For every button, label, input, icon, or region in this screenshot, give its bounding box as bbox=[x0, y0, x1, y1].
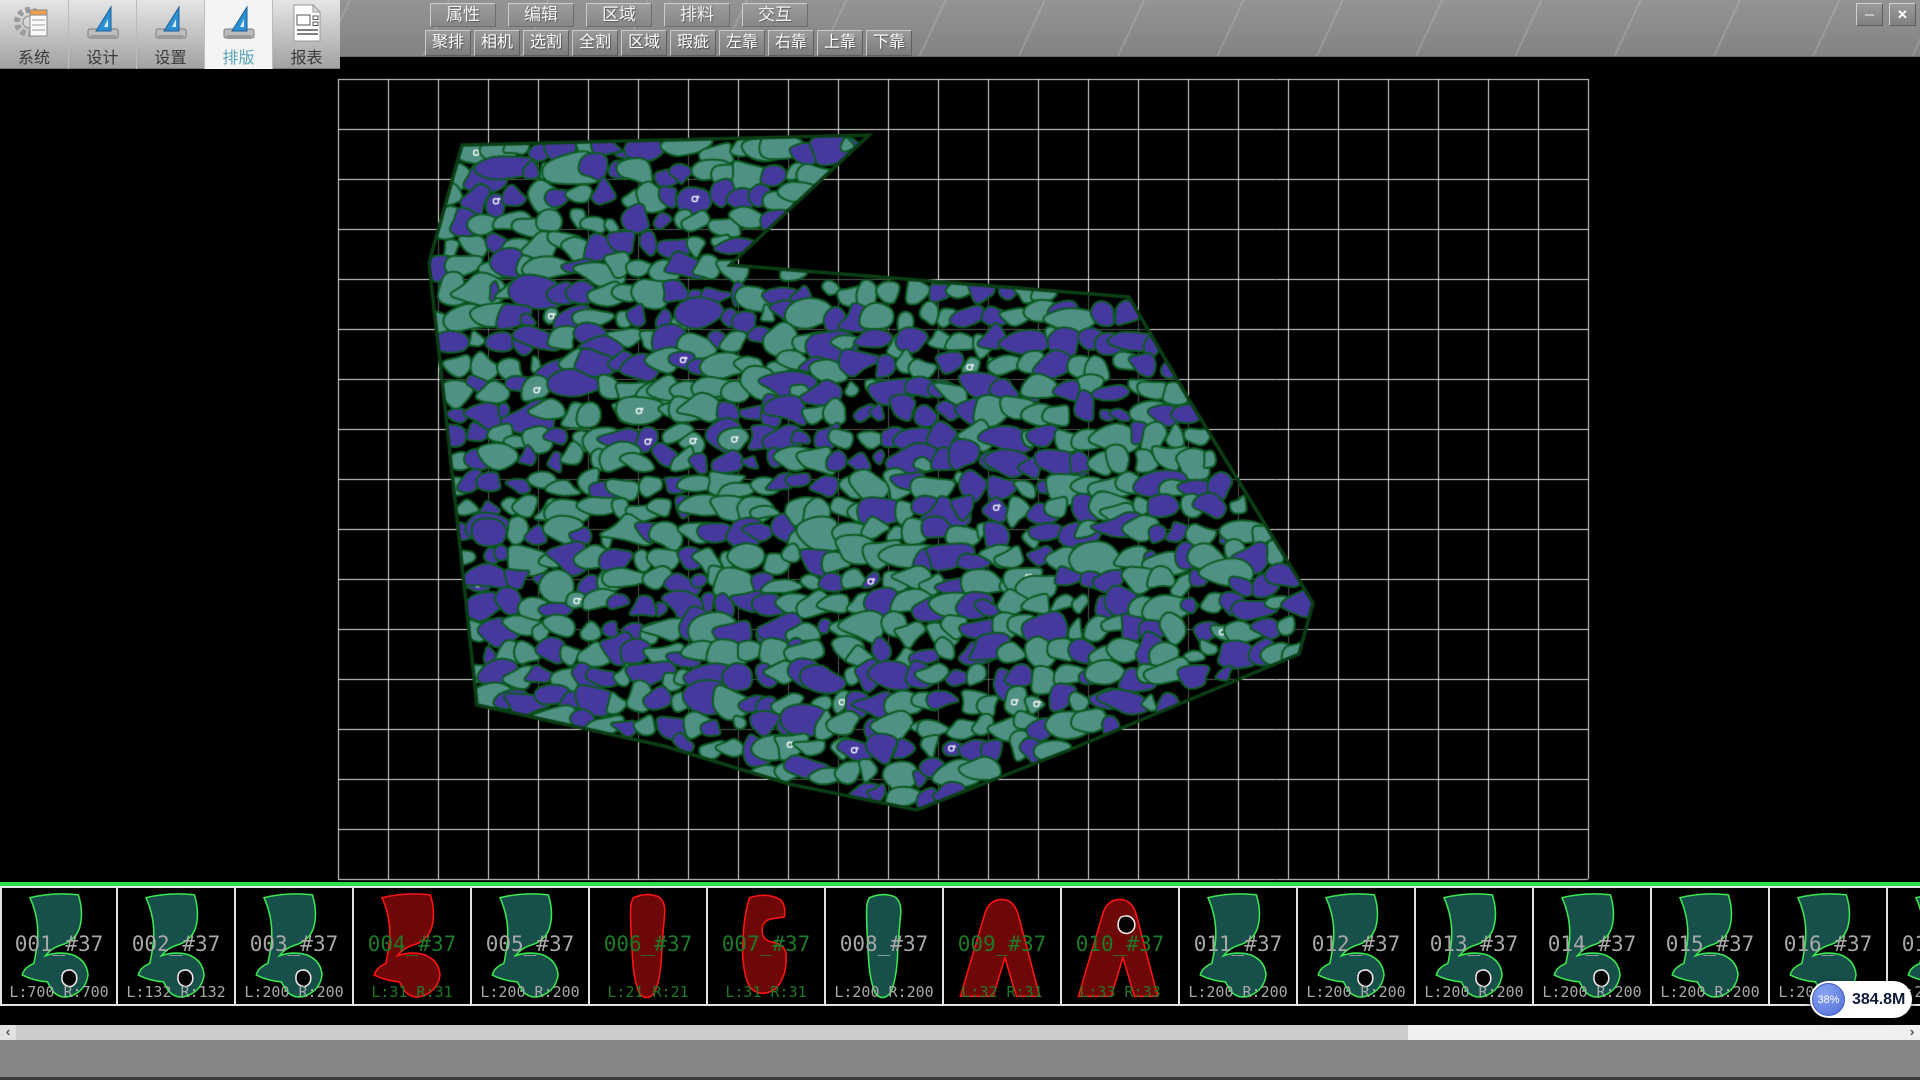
report-document-icon bbox=[287, 2, 327, 44]
piece-thumbnail-counts: L:31 R:31 bbox=[354, 983, 470, 1001]
nav-item-label: 设计 bbox=[69, 44, 136, 68]
piece-thumbnail-name: 008_#37 bbox=[826, 932, 942, 956]
piece-thumbnail[interactable]: 008_#37 L:200 R:200 bbox=[826, 886, 944, 1006]
memory-percent-indicator: 38% bbox=[1812, 983, 1845, 1016]
menu-tab-interaction[interactable]: 交互 bbox=[742, 3, 808, 27]
menu-tab-edit[interactable]: 编辑 bbox=[508, 3, 574, 27]
piece-thumbnail-name: 009_#37 bbox=[944, 932, 1060, 956]
piece-thumbnail-counts: L:200 R:200 bbox=[1652, 983, 1768, 1001]
piece-thumbnail-name: 016_#37 bbox=[1770, 932, 1886, 956]
piece-thumbnail-counts: L:32 R:31 bbox=[944, 983, 1060, 1001]
menu-tab-region[interactable]: 区域 bbox=[586, 3, 652, 27]
close-button[interactable]: ✕ bbox=[1889, 3, 1916, 26]
main-nav-toolbar: 系统 设计 设置 排版 bbox=[0, 0, 340, 69]
piece-thumbnail-name: 010_#37 bbox=[1062, 932, 1178, 956]
piece-thumbnail-name: 001_#37 bbox=[2, 932, 116, 956]
menu-tab-bar: 属性 编辑 区域 排料 交互 bbox=[430, 3, 808, 27]
piece-thumbnail-counts: L:200 R:200 bbox=[1416, 983, 1532, 1001]
tool-defect-button[interactable]: 瑕疵 bbox=[670, 30, 716, 56]
piece-thumbnail-counts: L:200 R:200 bbox=[1534, 983, 1650, 1001]
nav-item-label: 设置 bbox=[137, 44, 204, 68]
tool-align-top-button[interactable]: 上靠 bbox=[817, 30, 863, 56]
piece-thumbnail-name: 012_#37 bbox=[1298, 932, 1414, 956]
piece-thumbnail-counts: L:700 R:700 bbox=[2, 983, 116, 1001]
window-controls: ─ ✕ bbox=[1856, 3, 1916, 26]
piece-thumbnail-name: 011_#37 bbox=[1180, 932, 1296, 956]
piece-thumbnail-counts: L:31 R:31 bbox=[708, 983, 824, 1001]
piece-thumbnail-name: 003_#37 bbox=[236, 932, 352, 956]
tool-align-bottom-button[interactable]: 下靠 bbox=[866, 30, 912, 56]
memory-value: 384.8M bbox=[1852, 981, 1905, 1018]
nav-item-label: 排版 bbox=[205, 44, 272, 68]
scrollbar-thumb[interactable] bbox=[16, 1025, 1408, 1040]
piece-thumbnail-counts: L:200 R:200 bbox=[1180, 983, 1296, 1001]
piece-thumbnail[interactable]: 012_#37 L:200 R:200 bbox=[1298, 886, 1416, 1006]
piece-thumbnail-name: 002_#37 bbox=[118, 932, 234, 956]
piece-thumbnail-name: 017_#37 bbox=[1888, 932, 1920, 956]
piece-thumbnail-counts: L:200 R:200 bbox=[472, 983, 588, 1001]
piece-thumbnail-strip: 001_#37L:700 R:700002_#37L:132 R:132003_… bbox=[0, 882, 1920, 1006]
tool-align-left-button[interactable]: 左靠 bbox=[719, 30, 765, 56]
piece-thumbnail-name: 004_#37 bbox=[354, 932, 470, 956]
piece-thumbnail[interactable]: 013_#37 L:200 R:200 bbox=[1416, 886, 1534, 1006]
piece-thumbnail[interactable]: 005_#37 L:200 R:200 bbox=[472, 886, 590, 1006]
scroll-right-arrow-icon[interactable]: › bbox=[1904, 1025, 1920, 1040]
nav-item-nesting[interactable]: 排版 bbox=[204, 0, 272, 69]
system-gear-icon bbox=[14, 2, 54, 44]
minimize-button[interactable]: ─ bbox=[1856, 3, 1883, 26]
settings-ruler-icon bbox=[151, 2, 191, 44]
piece-thumbnail-counts: L:132 R:132 bbox=[118, 983, 234, 1001]
nesting-canvas[interactable] bbox=[0, 57, 1920, 882]
piece-thumbnail[interactable]: 009_#37 L:32 R:31 bbox=[944, 886, 1062, 1006]
nav-item-design[interactable]: 设计 bbox=[68, 0, 136, 69]
piece-thumbnail-name: 014_#37 bbox=[1534, 932, 1650, 956]
tool-camera-button[interactable]: 相机 bbox=[474, 30, 520, 56]
nav-item-system[interactable]: 系统 bbox=[0, 0, 68, 69]
nesting-ruler-icon bbox=[219, 2, 259, 44]
menu-tab-properties[interactable]: 属性 bbox=[430, 3, 496, 27]
piece-thumbnail[interactable]: 006_#37 L:21 R:21 bbox=[590, 886, 708, 1006]
tool-region-button[interactable]: 区域 bbox=[621, 30, 667, 56]
nav-item-settings[interactable]: 设置 bbox=[136, 0, 204, 69]
piece-thumbnail-counts: L:200 R:200 bbox=[826, 983, 942, 1001]
piece-thumbnail-name: 015_#37 bbox=[1652, 932, 1768, 956]
scroll-left-arrow-icon[interactable]: ‹ bbox=[0, 1025, 16, 1040]
piece-thumbnail-name: 006_#37 bbox=[590, 932, 706, 956]
nav-item-label: 报表 bbox=[273, 44, 340, 68]
status-bar bbox=[0, 1040, 1920, 1080]
nav-item-label: 系统 bbox=[0, 44, 68, 68]
tool-button-bar: 聚排 相机 选割 全割 区域 瑕疵 左靠 右靠 上靠 下靠 bbox=[425, 30, 912, 56]
piece-thumbnail[interactable]: 015_#37 L:200 R:200 bbox=[1652, 886, 1770, 1006]
piece-thumbnail-list: 001_#37L:700 R:700002_#37L:132 R:132003_… bbox=[0, 886, 1920, 1006]
memory-badge: 38% 384.8M bbox=[1810, 981, 1912, 1018]
piece-thumbnail[interactable]: 003_#37 L:200 R:200 bbox=[236, 886, 354, 1006]
nav-item-report[interactable]: 报表 bbox=[272, 0, 340, 69]
tool-cut-all-button[interactable]: 全割 bbox=[572, 30, 618, 56]
piece-thumbnail[interactable]: 014_#37 L:200 R:200 bbox=[1534, 886, 1652, 1006]
piece-thumbnail-counts: L:200 R:200 bbox=[236, 983, 352, 1001]
menu-tab-nesting[interactable]: 排料 bbox=[664, 3, 730, 27]
piece-thumbnail-name: 005_#37 bbox=[472, 932, 588, 956]
piece-thumbnail[interactable]: 002_#37 L:132 R:132 bbox=[118, 886, 236, 1006]
piece-thumbnail-counts: L:200 R:200 bbox=[1298, 983, 1414, 1001]
piece-thumbnail-name: 007_#37 bbox=[708, 932, 824, 956]
piece-thumbnail[interactable]: 011_#37 L:200 R:200 bbox=[1180, 886, 1298, 1006]
tool-align-right-button[interactable]: 右靠 bbox=[768, 30, 814, 56]
piece-thumbnail-name: 013_#37 bbox=[1416, 932, 1532, 956]
design-ruler-icon bbox=[83, 2, 123, 44]
piece-thumbnail[interactable]: 010_#37 L:33 R:33 bbox=[1062, 886, 1180, 1006]
tool-cluster-nest-button[interactable]: 聚排 bbox=[425, 30, 471, 56]
tool-select-cut-button[interactable]: 选割 bbox=[523, 30, 569, 56]
piece-thumbnail-counts: L:33 R:33 bbox=[1062, 983, 1178, 1001]
thumbnail-scrollbar[interactable]: ‹ › bbox=[0, 1025, 1920, 1040]
piece-thumbnail[interactable]: 001_#37 L:700 R:700 bbox=[0, 886, 118, 1006]
piece-thumbnail-counts: L:21 R:21 bbox=[590, 983, 706, 1001]
piece-thumbnail[interactable]: 004_#37 L:31 R:31 bbox=[354, 886, 472, 1006]
piece-thumbnail[interactable]: 007_#37 L:31 R:31 bbox=[708, 886, 826, 1006]
